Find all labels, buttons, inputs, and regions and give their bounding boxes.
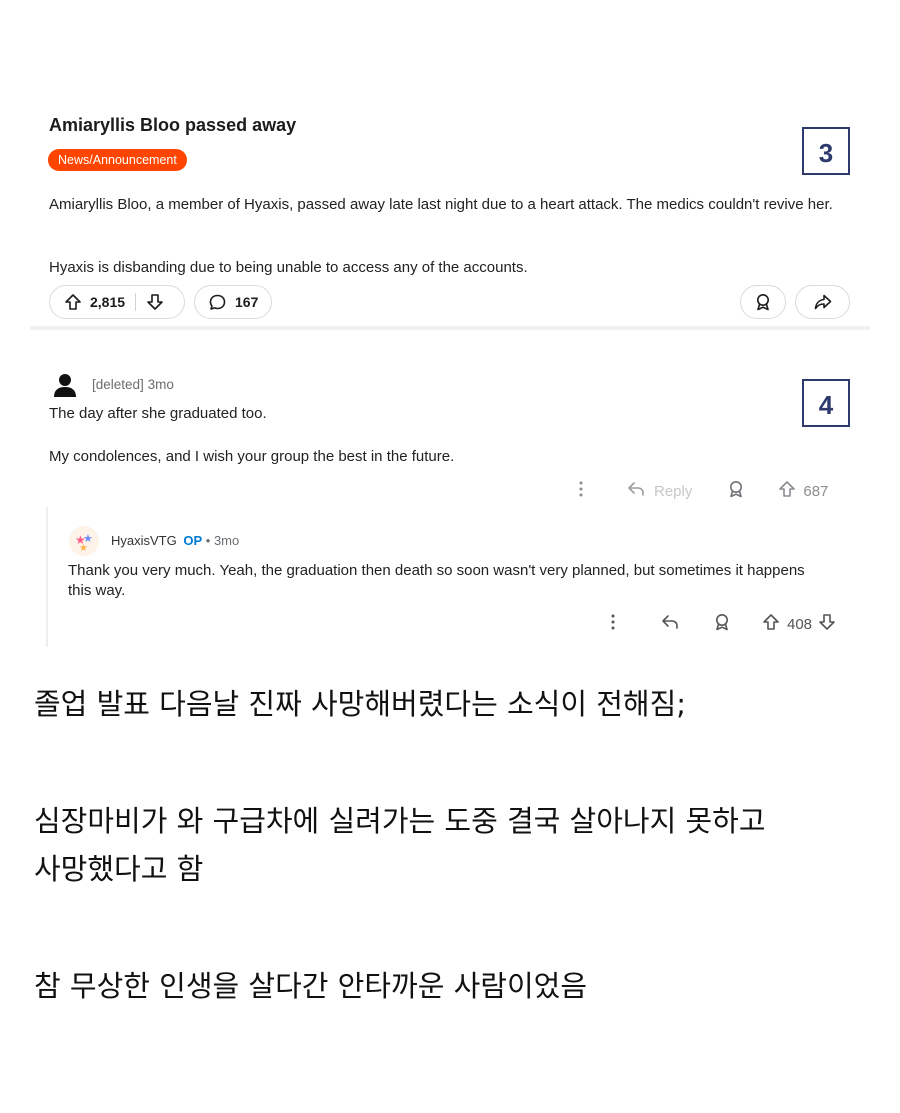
award-icon [753, 292, 773, 312]
reply-vote-count: 408 [787, 615, 813, 633]
caption-line: 졸업 발표 다음날 진짜 사망해버렸다는 소식이 전해짐; [34, 687, 687, 721]
upvote-icon[interactable] [64, 293, 82, 311]
reply-arrow-icon [626, 480, 646, 502]
comments-button[interactable]: 167 [194, 285, 272, 319]
reply-author[interactable]: HyaxisVTG [111, 533, 177, 548]
upvote-count: 2,815 [90, 294, 126, 310]
deleted-user-avatar-icon [52, 372, 78, 398]
post-flair-badge[interactable]: News/Announcement [48, 149, 187, 171]
annotation-number-box: 4 [802, 379, 850, 427]
award-icon[interactable] [726, 479, 746, 503]
reply-button[interactable]: Reply [626, 480, 692, 502]
vote-control: 2,815 [49, 285, 185, 319]
section-divider [30, 326, 870, 330]
share-button[interactable] [795, 285, 850, 319]
comment-vote-count: 687 [803, 482, 829, 500]
comment-text: My condolences, and I wish your group th… [49, 448, 455, 465]
caption-line: 참 무상한 인생을 살다간 안타까운 사람이었음 [34, 969, 588, 1003]
reply-arrow-icon[interactable] [660, 613, 680, 635]
thread-line [46, 507, 48, 647]
annotation-number-box: 3 [802, 127, 850, 175]
more-options-icon[interactable] [604, 612, 622, 636]
caption-line: 사망했다고 함 [34, 852, 204, 886]
reply-action-bar: 408 [604, 613, 836, 635]
upvote-icon[interactable] [778, 480, 796, 502]
downvote-icon[interactable] [146, 293, 164, 311]
reply-label: Reply [654, 482, 693, 500]
comment-text: The day after she graduated too. [49, 405, 267, 422]
comment-count: 167 [235, 294, 259, 310]
more-options-icon[interactable] [572, 479, 590, 503]
comment-author[interactable]: [deleted] [92, 377, 144, 392]
post-body-paragraph: Hyaxis is disbanding due to being unable… [49, 259, 528, 276]
award-icon[interactable] [712, 612, 732, 636]
award-button[interactable] [740, 285, 786, 319]
reply-age: • 3mo [205, 533, 240, 548]
op-avatar-icon: ★ ★ ★ [68, 525, 100, 557]
comment-age: 3mo [147, 377, 174, 392]
comment-bubble-icon [208, 293, 227, 312]
op-badge: OP [183, 533, 203, 548]
svg-text:★: ★ [79, 543, 88, 554]
reply-text: Thank you very much. Yeah, the graduatio… [68, 562, 805, 599]
upvote-icon[interactable] [762, 613, 780, 635]
downvote-icon[interactable] [818, 613, 836, 635]
post-title[interactable]: Amiaryllis Bloo passed away [49, 115, 296, 136]
caption-line: 심장마비가 와 구급차에 실려가는 도중 결국 살아나지 못하고 [34, 804, 766, 838]
post-body-paragraph: Amiaryllis Bloo, a member of Hyaxis, pas… [49, 196, 833, 213]
share-arrow-icon [813, 292, 833, 312]
comment-action-bar: Reply 687 [572, 480, 828, 502]
vote-separator [135, 293, 137, 311]
